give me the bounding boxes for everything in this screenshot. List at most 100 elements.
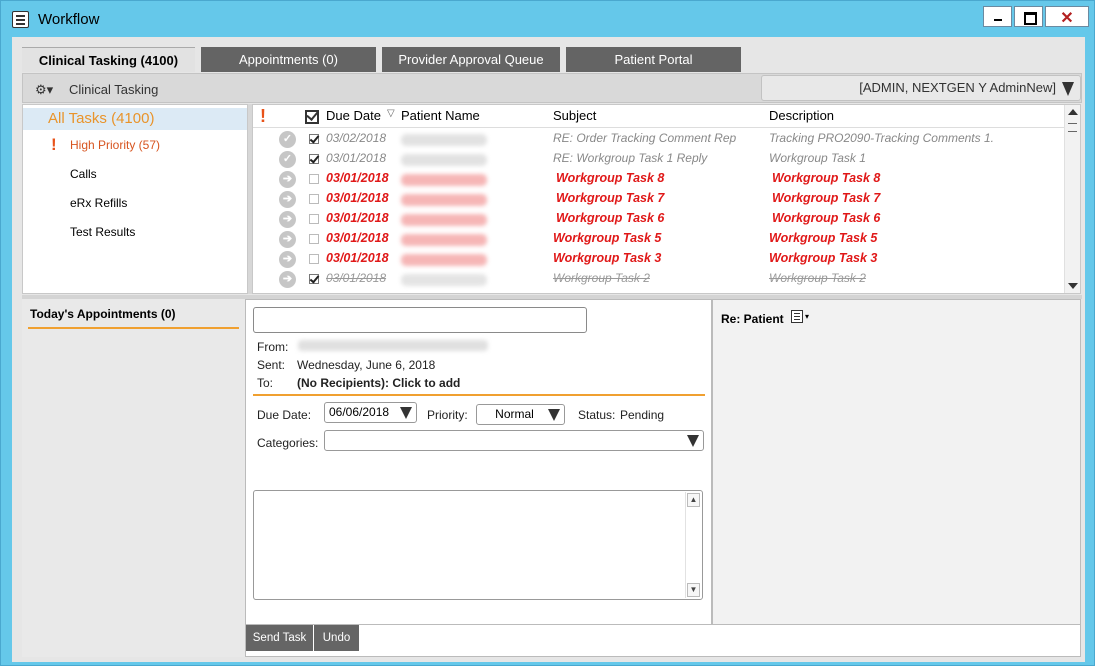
subject-cell: Workgroup Task 7	[556, 191, 665, 205]
tab-clinical-tasking[interactable]: Clinical Tasking (4100)	[22, 47, 195, 72]
nav-item-erx-refills[interactable]: eRx Refills	[23, 192, 247, 214]
patient-name-redacted	[401, 194, 487, 206]
table-row[interactable]: ➔ 03/01/2018 Workgroup Task 2 Workgroup Tas…	[253, 269, 1065, 289]
row-checkbox[interactable]	[309, 134, 319, 144]
task-list: ! Due Date ▽ Patient Name Subject Descri…	[252, 104, 1081, 294]
forward-arrow-icon: ➔	[279, 191, 296, 208]
table-row[interactable]: ✓ 03/02/2018 RE: Order Tracking Comment Re…	[253, 129, 1065, 149]
recipients-link[interactable]: (No Recipients): Click to add	[297, 376, 460, 390]
subject-cell: Workgroup Task 8	[556, 171, 665, 185]
send-task-button[interactable]: Send Task	[246, 625, 313, 651]
patient-name-redacted	[401, 274, 487, 286]
due-date-cell: 03/01/2018	[326, 151, 387, 165]
scroll-up-icon[interactable]	[1068, 109, 1078, 115]
dropdown-arrow-icon	[1062, 82, 1074, 96]
table-row[interactable]: ➔ 03/01/2018 Workgroup Task 7 Workgroup Tas…	[253, 189, 1065, 209]
description-cell: Workgroup Task 7	[772, 191, 881, 205]
categories-label: Categories:	[257, 436, 319, 450]
row-checkbox[interactable]	[309, 274, 319, 284]
subject-cell: Workgroup Task 5	[553, 231, 662, 245]
header-divider	[253, 394, 705, 396]
subject-cell: Workgroup Task 2	[553, 271, 650, 285]
user-selector-value: [ADMIN, NEXTGEN Y AdminNew]	[859, 80, 1056, 95]
table-row[interactable]: ➔ 03/01/2018 Workgroup Task 6 Workgroup Tas…	[253, 209, 1065, 229]
due-date-cell: 03/01/2018	[326, 211, 389, 225]
minimize-button[interactable]	[983, 6, 1012, 27]
window-controls: ✕	[981, 6, 1089, 27]
task-list-scrollbar[interactable]	[1064, 105, 1080, 293]
toolbar-title: Clinical Tasking	[69, 82, 159, 97]
chevron-down-icon[interactable]: ▾	[805, 312, 809, 321]
document-menu-icon[interactable]	[791, 310, 803, 323]
task-notes-textarea[interactable]: ▲ ▼	[253, 490, 703, 600]
status-label: Status:	[578, 408, 616, 422]
forward-arrow-icon: ➔	[279, 171, 296, 188]
nav-item-test-results[interactable]: Test Results	[23, 221, 247, 243]
scroll-thumb[interactable]	[1068, 123, 1077, 132]
nav-item-high-priority[interactable]: ! High Priority (57)	[23, 134, 247, 156]
table-row[interactable]: ➔ 03/01/2018 Workgroup Task 3 Workgroup Tas…	[253, 249, 1065, 269]
user-selector[interactable]: [ADMIN, NEXTGEN Y AdminNew]	[761, 75, 1081, 101]
priority-column-header[interactable]: !	[260, 105, 266, 127]
subject-cell: Workgroup Task 3	[553, 251, 662, 265]
forward-arrow-icon: ➔	[279, 211, 296, 228]
row-checkbox[interactable]	[309, 174, 319, 184]
row-checkbox[interactable]	[309, 254, 319, 264]
description-cell: Workgroup Task 8	[772, 171, 881, 185]
due-date-label: Due Date:	[257, 408, 312, 422]
undo-button[interactable]: Undo	[314, 625, 359, 651]
tab-appointments[interactable]: Appointments (0)	[201, 47, 376, 72]
description-cell: Workgroup Task 5	[769, 231, 878, 245]
due-date-cell: 03/01/2018	[326, 171, 389, 185]
due-date-cell: 03/01/2018	[326, 251, 389, 265]
select-all-checkbox[interactable]	[305, 110, 319, 124]
sent-value: Wednesday, June 6, 2018	[297, 358, 436, 372]
from-value-redacted	[298, 340, 488, 351]
gear-icon[interactable]: ⚙▾	[35, 82, 53, 98]
from-label: From:	[257, 340, 289, 354]
task-subject-input[interactable]	[253, 307, 587, 333]
description-cell: Workgroup Task 1	[769, 151, 866, 165]
scroll-up-icon[interactable]: ▲	[687, 493, 700, 507]
window-title: Workflow	[38, 11, 100, 28]
subject-column-header[interactable]: Subject	[553, 105, 596, 127]
nav-item-all-tasks[interactable]: All Tasks (4100)	[23, 108, 247, 130]
table-row[interactable]: ➔ 03/01/2018 Workgroup Task 5 Workgroup Tas…	[253, 229, 1065, 249]
priority-select[interactable]: Normal	[476, 404, 565, 425]
maximize-button[interactable]	[1014, 6, 1043, 27]
row-checkbox[interactable]	[309, 214, 319, 224]
dropdown-arrow-icon	[687, 435, 699, 447]
scroll-down-icon[interactable]	[1068, 283, 1078, 289]
due-date-cell: 03/01/2018	[326, 191, 389, 205]
scroll-down-icon[interactable]: ▼	[687, 583, 700, 597]
patient-name-column-header[interactable]: Patient Name	[401, 105, 480, 127]
description-cell: Workgroup Task 2	[769, 271, 866, 285]
clinical-tasking-toolbar: ⚙▾ Clinical Tasking [ADMIN, NEXTGEN Y Ad…	[22, 73, 1082, 103]
description-column-header[interactable]: Description	[769, 105, 834, 127]
close-button[interactable]: ✕	[1045, 6, 1089, 27]
notes-scrollbar[interactable]: ▲ ▼	[685, 492, 701, 598]
title-bar[interactable]: Workflow ✕	[1, 1, 1094, 37]
table-row[interactable]: ✓ 03/01/2018 RE: Workgroup Task 1 Reply Wor…	[253, 149, 1065, 169]
priority-value: Normal	[495, 407, 534, 421]
appointments-title: Today's Appointments (0)	[30, 307, 176, 321]
workflow-window: Workflow ✕ Clinical Tasking (4100) Appoi…	[0, 0, 1095, 666]
completed-icon: ✓	[279, 151, 296, 168]
nav-item-label: High Priority (57)	[70, 138, 161, 152]
nav-item-calls[interactable]: Calls	[23, 163, 247, 185]
sort-descending-icon: ▽	[387, 108, 395, 119]
close-icon: ✕	[1060, 10, 1074, 27]
row-checkbox[interactable]	[309, 194, 319, 204]
due-date-picker[interactable]: 06/06/2018	[324, 402, 417, 423]
due-date-column-header[interactable]: Due Date	[326, 105, 381, 127]
re-patient-panel: Re: Patient ▾	[712, 299, 1081, 625]
categories-select[interactable]	[324, 430, 704, 451]
tab-provider-approval-queue[interactable]: Provider Approval Queue	[382, 47, 560, 72]
due-date-value: 06/06/2018	[329, 405, 390, 419]
status-value: Pending	[620, 408, 665, 422]
row-checkbox[interactable]	[309, 154, 319, 164]
tab-patient-portal[interactable]: Patient Portal	[566, 47, 741, 72]
appointments-divider	[28, 327, 239, 329]
table-row[interactable]: ➔ 03/01/2018 Workgroup Task 8 Workgroup Tas…	[253, 169, 1065, 189]
row-checkbox[interactable]	[309, 234, 319, 244]
